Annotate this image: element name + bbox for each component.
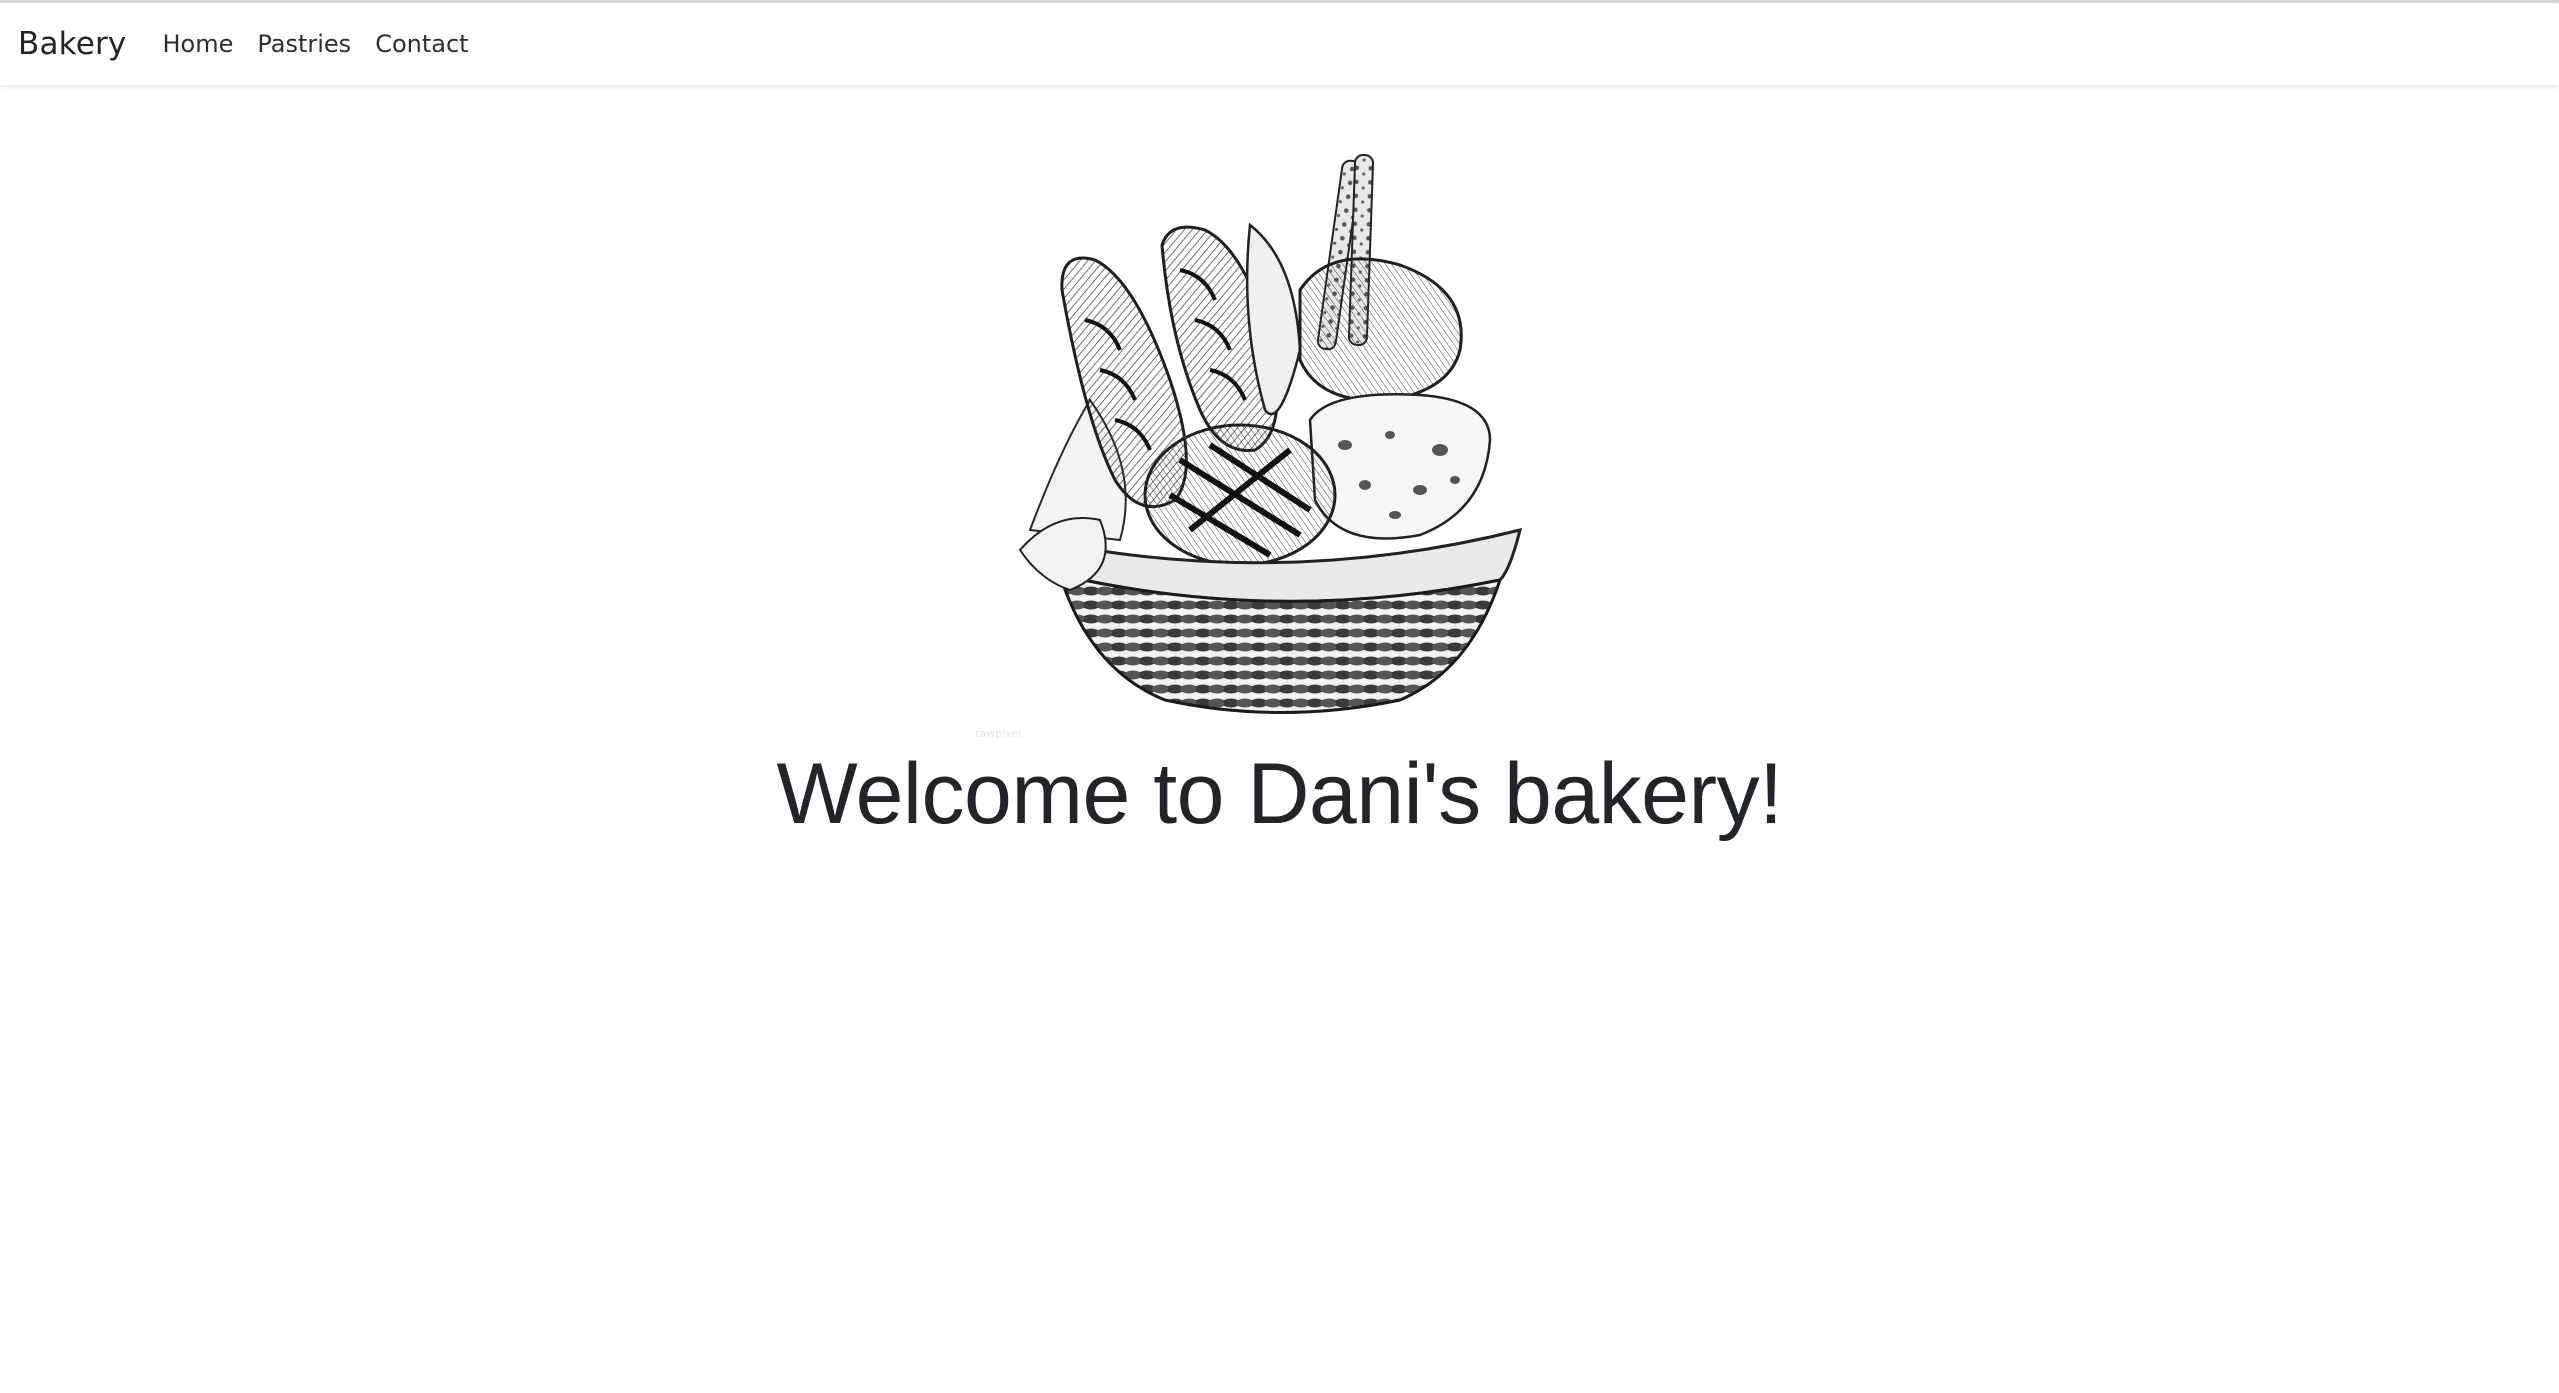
navbar: Bakery Home Pastries Contact <box>0 3 2559 85</box>
nav-link-home[interactable]: Home <box>162 30 233 58</box>
nav-links: Home Pastries Contact <box>162 30 492 58</box>
page-title: Welcome to Dani's bakery! <box>776 746 1783 842</box>
nav-link-pastries[interactable]: Pastries <box>257 30 351 58</box>
bread-basket-illustration <box>1018 154 1523 714</box>
navbar-brand[interactable]: Bakery <box>18 26 126 62</box>
image-credit: rawpixel <box>975 727 1022 740</box>
hero-section <box>0 150 2559 750</box>
nav-link-contact[interactable]: Contact <box>375 30 468 58</box>
